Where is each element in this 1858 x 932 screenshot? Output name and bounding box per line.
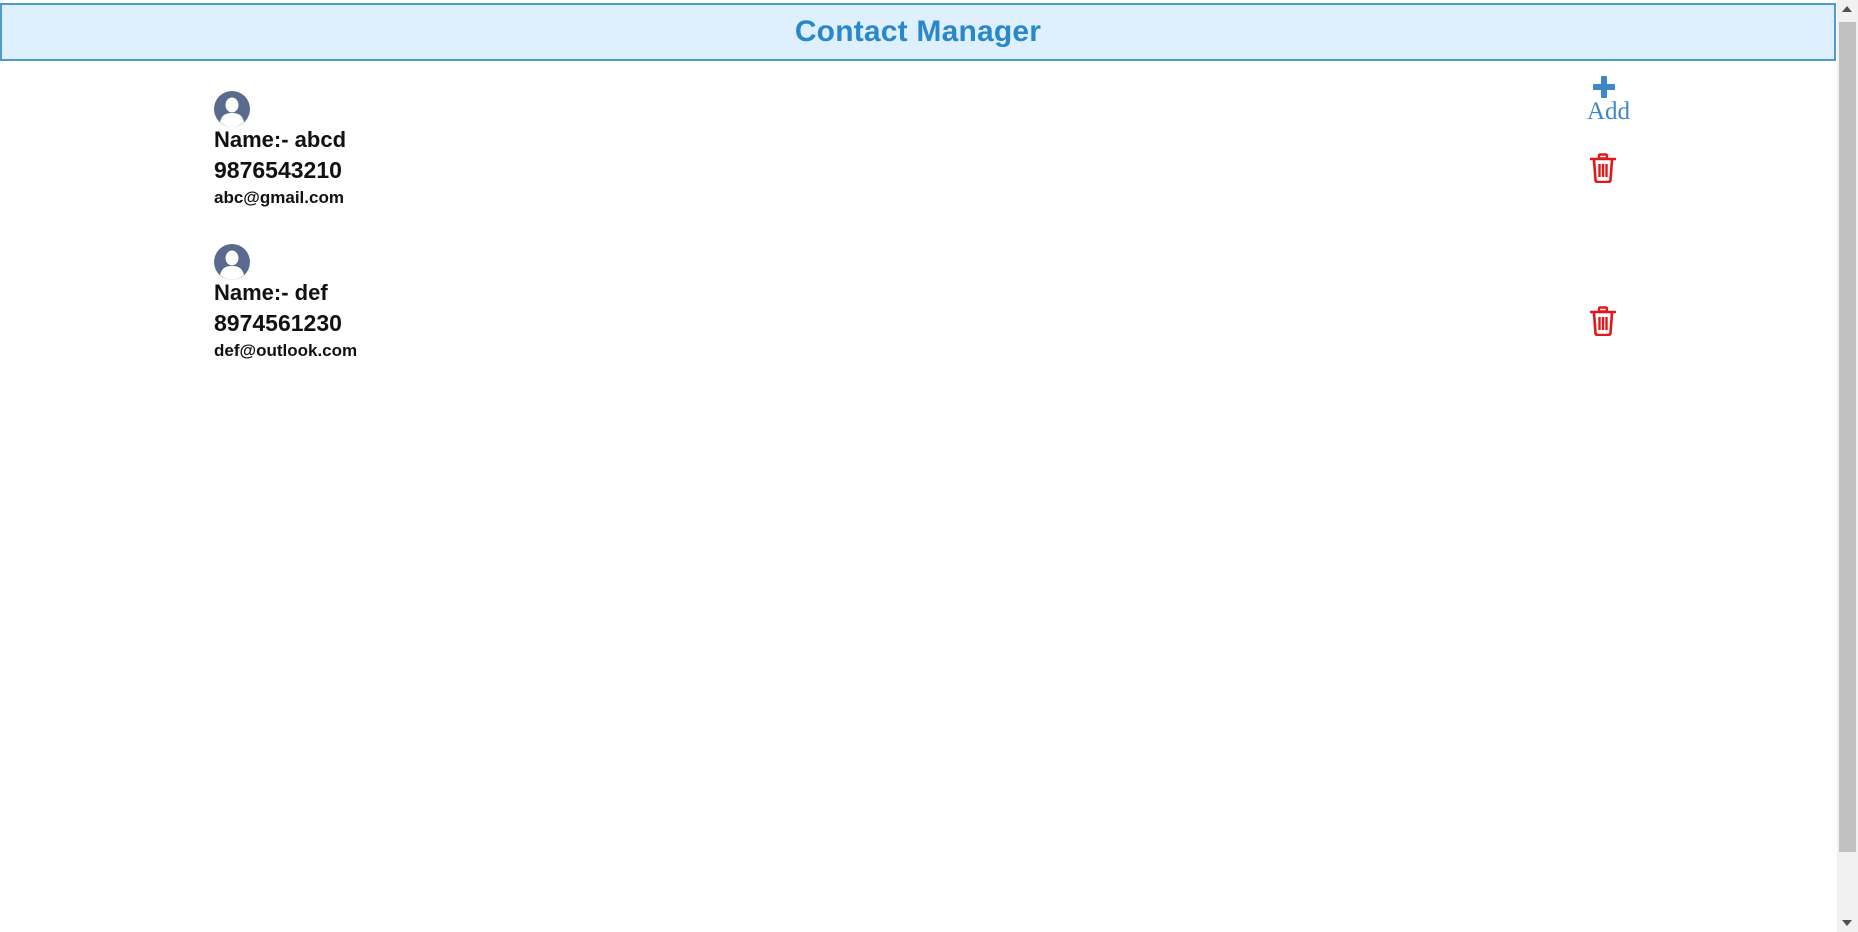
app-header: Contact Manager: [0, 3, 1836, 61]
user-avatar-icon: [214, 244, 250, 280]
contact-phone: 8974561230: [214, 310, 342, 336]
trash-icon[interactable]: [1590, 153, 1616, 183]
contact-phone: 9876543210: [214, 157, 342, 183]
scrollbar-thumb[interactable]: [1839, 22, 1856, 852]
scroll-up-arrow-icon[interactable]: [1842, 6, 1852, 12]
contact-card: Name:- abcd 9876543210 abc@gmail.com: [214, 91, 1624, 221]
page-title: Contact Manager: [794, 15, 1042, 48]
contact-email: abc@gmail.com: [214, 188, 344, 207]
contact-name: Name:- def: [214, 280, 328, 305]
scroll-down-arrow-icon[interactable]: [1842, 920, 1852, 926]
contact-name: Name:- abcd: [214, 127, 347, 152]
vertical-scrollbar[interactable]: [1837, 0, 1858, 932]
contact-email: def@outlook.com: [214, 341, 358, 360]
user-avatar-icon: [214, 91, 250, 127]
trash-icon[interactable]: [1590, 306, 1616, 336]
contact-card: Name:- def 8974561230 def@outlook.com: [214, 244, 1624, 374]
page: Contact Manager Add Name:- abcd 98765432…: [0, 0, 1858, 932]
